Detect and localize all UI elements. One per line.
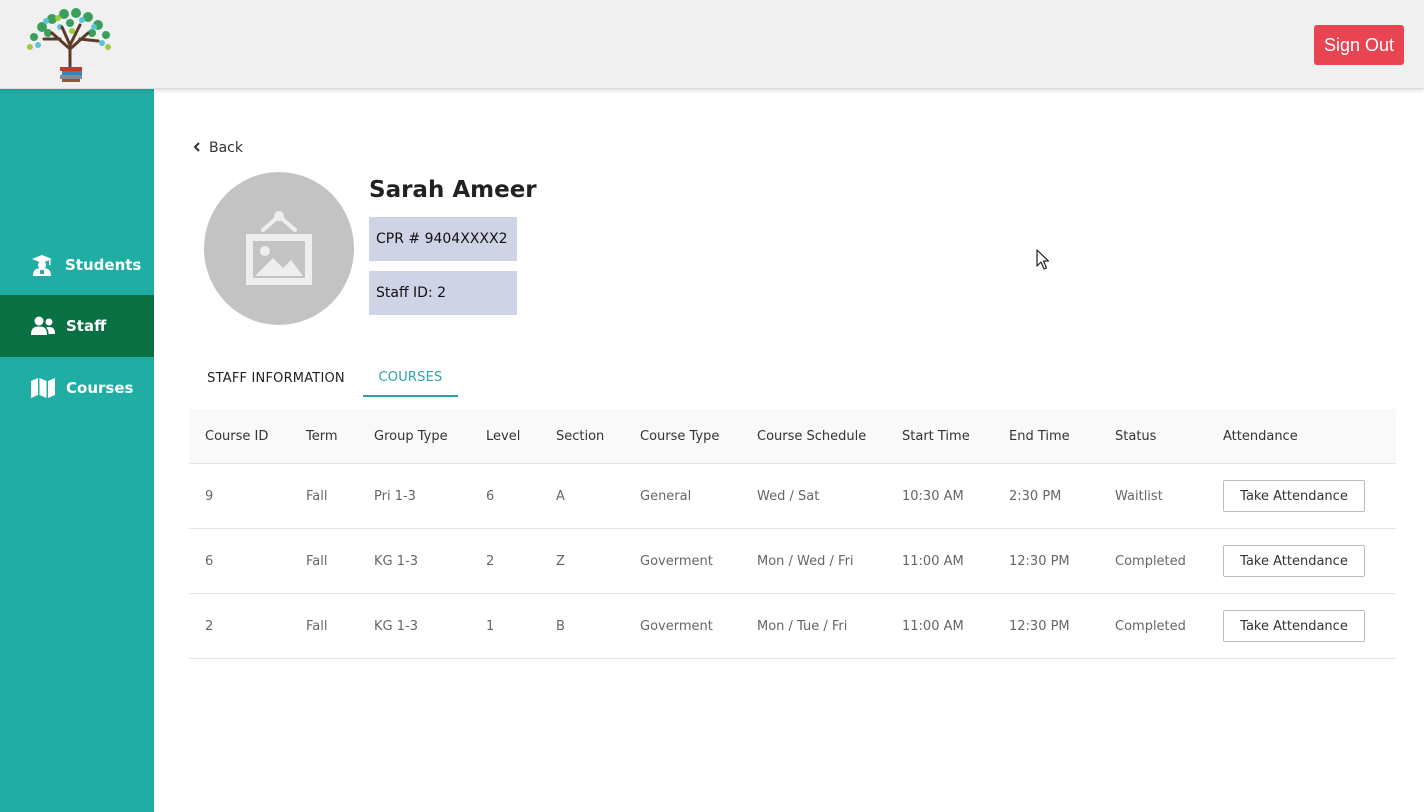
chevron-left-icon xyxy=(193,140,201,156)
sidebar-item-staff[interactable]: Staff xyxy=(0,295,154,357)
cell-term: Fall xyxy=(306,553,328,569)
cell-course-type: General xyxy=(640,488,692,504)
tab-courses[interactable]: COURSES xyxy=(363,359,458,397)
cell-end-time: 12:30 PM xyxy=(1009,553,1070,569)
table-row: 6 Fall KG 1-3 2 Z Goverment Mon / Wed / … xyxy=(189,529,1396,594)
table-header: Course ID Term Group Type Level Section … xyxy=(189,409,1396,464)
sidebar: Students Staff Courses xyxy=(0,89,154,812)
cell-start-time: 11:00 AM xyxy=(902,618,964,634)
sidebar-item-label: Students xyxy=(65,256,142,274)
cell-end-time: 12:30 PM xyxy=(1009,618,1070,634)
cell-schedule: Mon / Tue / Fri xyxy=(757,618,848,634)
back-label: Back xyxy=(209,140,243,156)
cell-status: Completed xyxy=(1115,618,1186,634)
column-header: Attendance xyxy=(1223,428,1298,444)
cell-term: Fall xyxy=(306,488,328,504)
table-row: 9 Fall Pri 1-3 6 A General Wed / Sat 10:… xyxy=(189,464,1396,529)
table-row: 2 Fall KG 1-3 1 B Goverment Mon / Tue / … xyxy=(189,594,1396,659)
cell-level: 6 xyxy=(486,488,495,504)
cell-level: 2 xyxy=(486,553,495,569)
tab-staff-information[interactable]: STAFF INFORMATION xyxy=(189,359,363,397)
app-logo[interactable] xyxy=(22,5,118,85)
cell-schedule: Mon / Wed / Fri xyxy=(757,553,854,569)
take-attendance-button[interactable]: Take Attendance xyxy=(1223,610,1365,642)
sidebar-item-label: Staff xyxy=(66,317,107,335)
image-placeholder-icon xyxy=(246,210,312,285)
courses-table: Course ID Term Group Type Level Section … xyxy=(189,409,1396,659)
column-header: Section xyxy=(556,428,605,444)
column-header: Term xyxy=(306,428,338,444)
cell-group-type: KG 1-3 xyxy=(374,553,418,569)
sidebar-item-label: Courses xyxy=(66,379,134,397)
sidebar-item-students[interactable]: Students xyxy=(0,234,154,296)
back-link[interactable]: Back xyxy=(193,138,243,158)
cell-attendance: Take Attendance xyxy=(1223,594,1365,658)
mouse-cursor-icon xyxy=(1036,249,1050,270)
cell-end-time: 2:30 PM xyxy=(1009,488,1062,504)
column-header: Course Type xyxy=(640,428,720,444)
top-header: Sign Out xyxy=(0,0,1424,89)
cell-attendance: Take Attendance xyxy=(1223,464,1365,528)
cell-attendance: Take Attendance xyxy=(1223,529,1365,593)
column-header: Status xyxy=(1115,428,1157,444)
cell-section: B xyxy=(556,618,565,634)
cell-level: 1 xyxy=(486,618,495,634)
map-icon xyxy=(30,377,56,399)
cell-course-id: 6 xyxy=(205,553,214,569)
cell-course-type: Goverment xyxy=(640,618,713,634)
column-header: Course ID xyxy=(205,428,269,444)
cell-status: Completed xyxy=(1115,553,1186,569)
cpr-badge: CPR # 9404XXXX2 xyxy=(369,217,517,261)
column-header: Start Time xyxy=(902,428,970,444)
take-attendance-button[interactable]: Take Attendance xyxy=(1223,480,1365,512)
column-header: Course Schedule xyxy=(757,428,867,444)
graduate-icon xyxy=(29,254,55,276)
cell-section: A xyxy=(556,488,565,504)
cell-group-type: KG 1-3 xyxy=(374,618,418,634)
staff-id-badge: Staff ID: 2 xyxy=(369,271,517,315)
cell-start-time: 10:30 AM xyxy=(902,488,964,504)
sign-out-button[interactable]: Sign Out xyxy=(1314,25,1404,65)
cell-start-time: 11:00 AM xyxy=(902,553,964,569)
users-icon xyxy=(30,315,56,337)
cell-group-type: Pri 1-3 xyxy=(374,488,416,504)
column-header: Level xyxy=(486,428,521,444)
column-header: End Time xyxy=(1009,428,1070,444)
cell-term: Fall xyxy=(306,618,328,634)
cell-course-id: 2 xyxy=(205,618,214,634)
sidebar-item-courses[interactable]: Courses xyxy=(0,357,154,419)
column-header: Group Type xyxy=(374,428,448,444)
profile-name: Sarah Ameer xyxy=(369,177,537,203)
cell-course-id: 9 xyxy=(205,488,214,504)
cell-schedule: Wed / Sat xyxy=(757,488,820,504)
cell-status: Waitlist xyxy=(1115,488,1163,504)
cell-course-type: Goverment xyxy=(640,553,713,569)
avatar xyxy=(204,172,354,325)
take-attendance-button[interactable]: Take Attendance xyxy=(1223,545,1365,577)
cell-section: Z xyxy=(556,553,565,569)
